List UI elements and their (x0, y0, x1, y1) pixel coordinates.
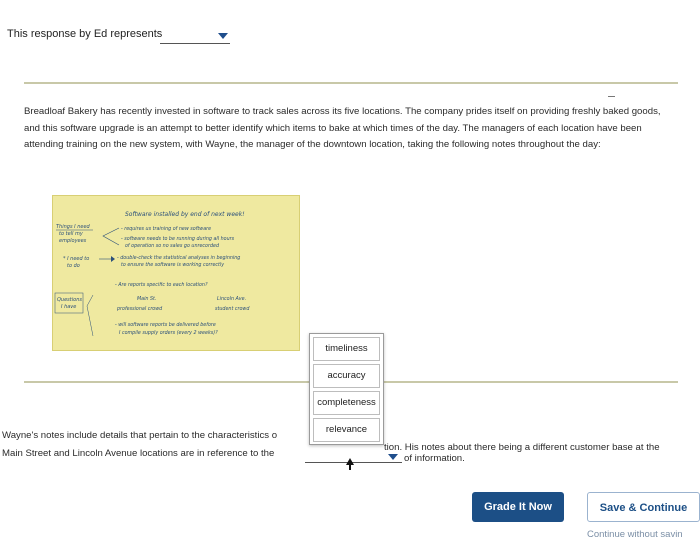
answer-text-line2-end: of information. (404, 453, 465, 464)
note-left-label-1: Things I need (56, 224, 91, 230)
scenario-paragraph: Breadloaf Bakery has recently invested i… (24, 106, 661, 151)
note-left-label-1b: to tell my (59, 231, 84, 237)
note-line-10: student crowd (215, 306, 250, 312)
option-completeness[interactable]: completeness (313, 391, 380, 415)
option-relevance[interactable]: relevance (313, 418, 380, 442)
answer-text-line2-start: Main Street and Lincoln Avenue locations… (2, 448, 275, 459)
answer-text-line1-start: Wayne's notes include details that perta… (2, 430, 278, 441)
notes-drawing: Software installed by end of next week! … (54, 211, 250, 337)
note-line-11: - will software reports be delivered bef… (115, 322, 216, 328)
chevron-down-icon (218, 33, 228, 39)
note-line-6: - Are reports specific to each location? (115, 282, 208, 288)
collapse-icon[interactable] (608, 96, 615, 97)
note-line-2: - software needs to be running during al… (121, 236, 235, 242)
note-line-9: professional crowd (116, 306, 163, 312)
option-timeliness[interactable]: timeliness (313, 337, 380, 361)
mouse-cursor-tail (349, 464, 351, 470)
note-line-4: - double-check the statistical analyses … (117, 255, 240, 261)
note-left-label-3: Questions (57, 297, 82, 303)
chevron-down-icon (388, 454, 398, 460)
note-line-3: of operation so no sales go unrecorded (125, 243, 220, 249)
divider-top (24, 82, 678, 84)
note-line-1: - requires us training of new software (121, 226, 211, 232)
note-line-12: I compile supply orders (every 2 weeks)? (119, 330, 218, 336)
handwritten-notes-image: Software installed by end of next week! … (52, 195, 300, 351)
note-line-7: Main St. (137, 296, 156, 302)
note-title: Software installed by end of next week! (125, 211, 245, 218)
question-header: This response by Ed represents (0, 0, 700, 60)
note-left-label-3b: I have (61, 304, 76, 310)
answer-dropdown-1[interactable] (160, 27, 230, 44)
note-left-label-2: * I need to (63, 256, 89, 262)
question-prompt: This response by Ed represents (7, 28, 163, 40)
save-and-continue-button[interactable]: Save & Continue (587, 492, 700, 522)
note-left-label-1c: employees (59, 238, 87, 244)
note-left-label-2b: to do (67, 263, 80, 269)
dropdown-options-menu: timeliness accuracy completeness relevan… (309, 333, 384, 445)
note-line-5: to ensure the software is working correc… (121, 262, 224, 268)
answer-text-line1-end: tion. His notes about there being a diff… (384, 442, 660, 453)
option-accuracy[interactable]: accuracy (313, 364, 380, 388)
note-line-8: Lincoln Ave. (217, 296, 246, 302)
continue-without-saving-link[interactable]: Continue without savin (587, 529, 683, 538)
grade-it-now-button[interactable]: Grade It Now (472, 492, 564, 522)
